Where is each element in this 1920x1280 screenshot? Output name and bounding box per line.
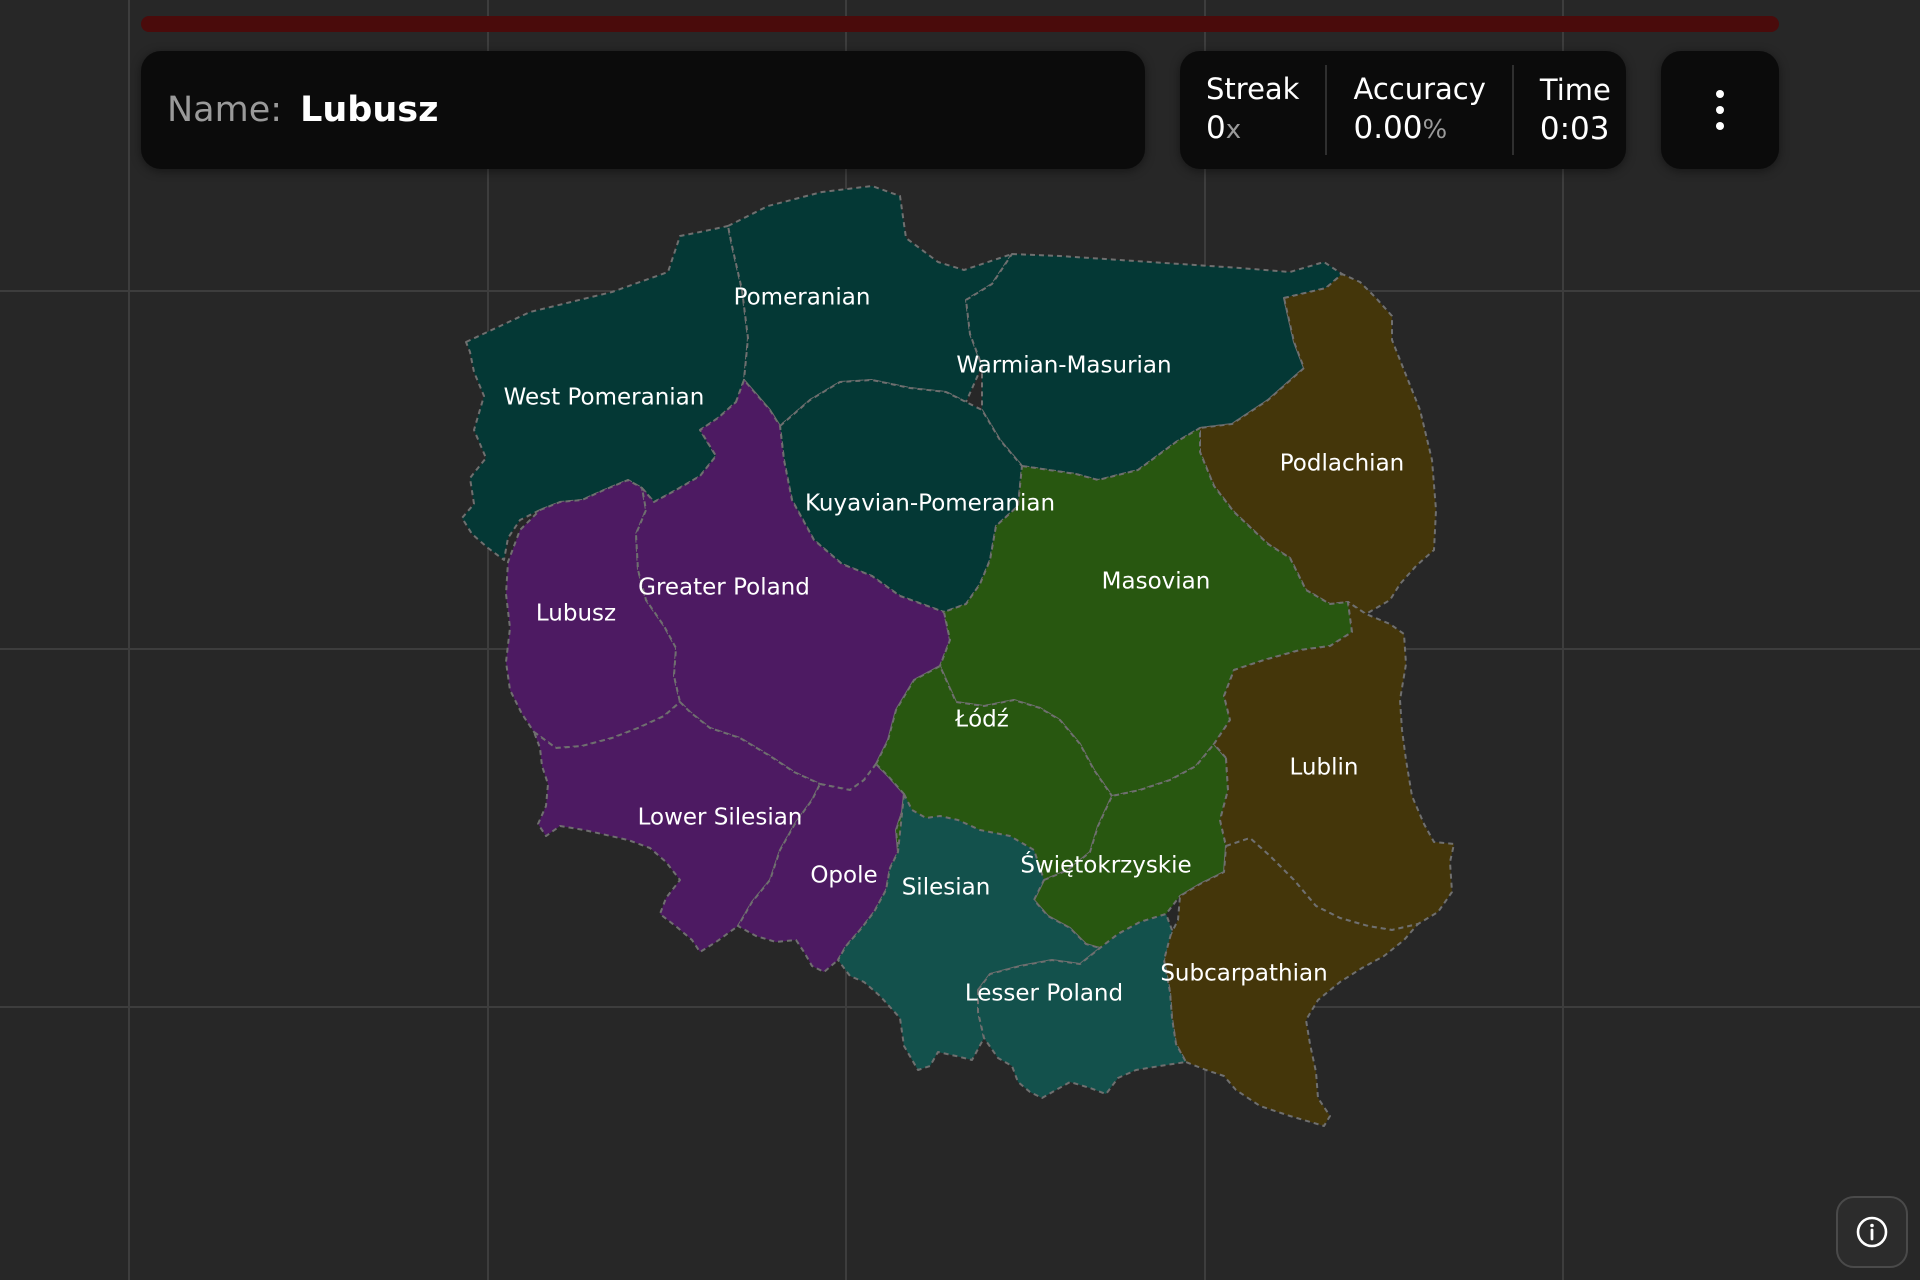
game-screen: Name: Lubusz Streak 0x Accuracy 0.00% Ti… [0,0,1920,1280]
poland-map: West PomeranianPomeranianWarmian-Masuria… [461,185,1455,1127]
info-icon [1856,1216,1888,1248]
info-button[interactable] [1836,1196,1908,1268]
